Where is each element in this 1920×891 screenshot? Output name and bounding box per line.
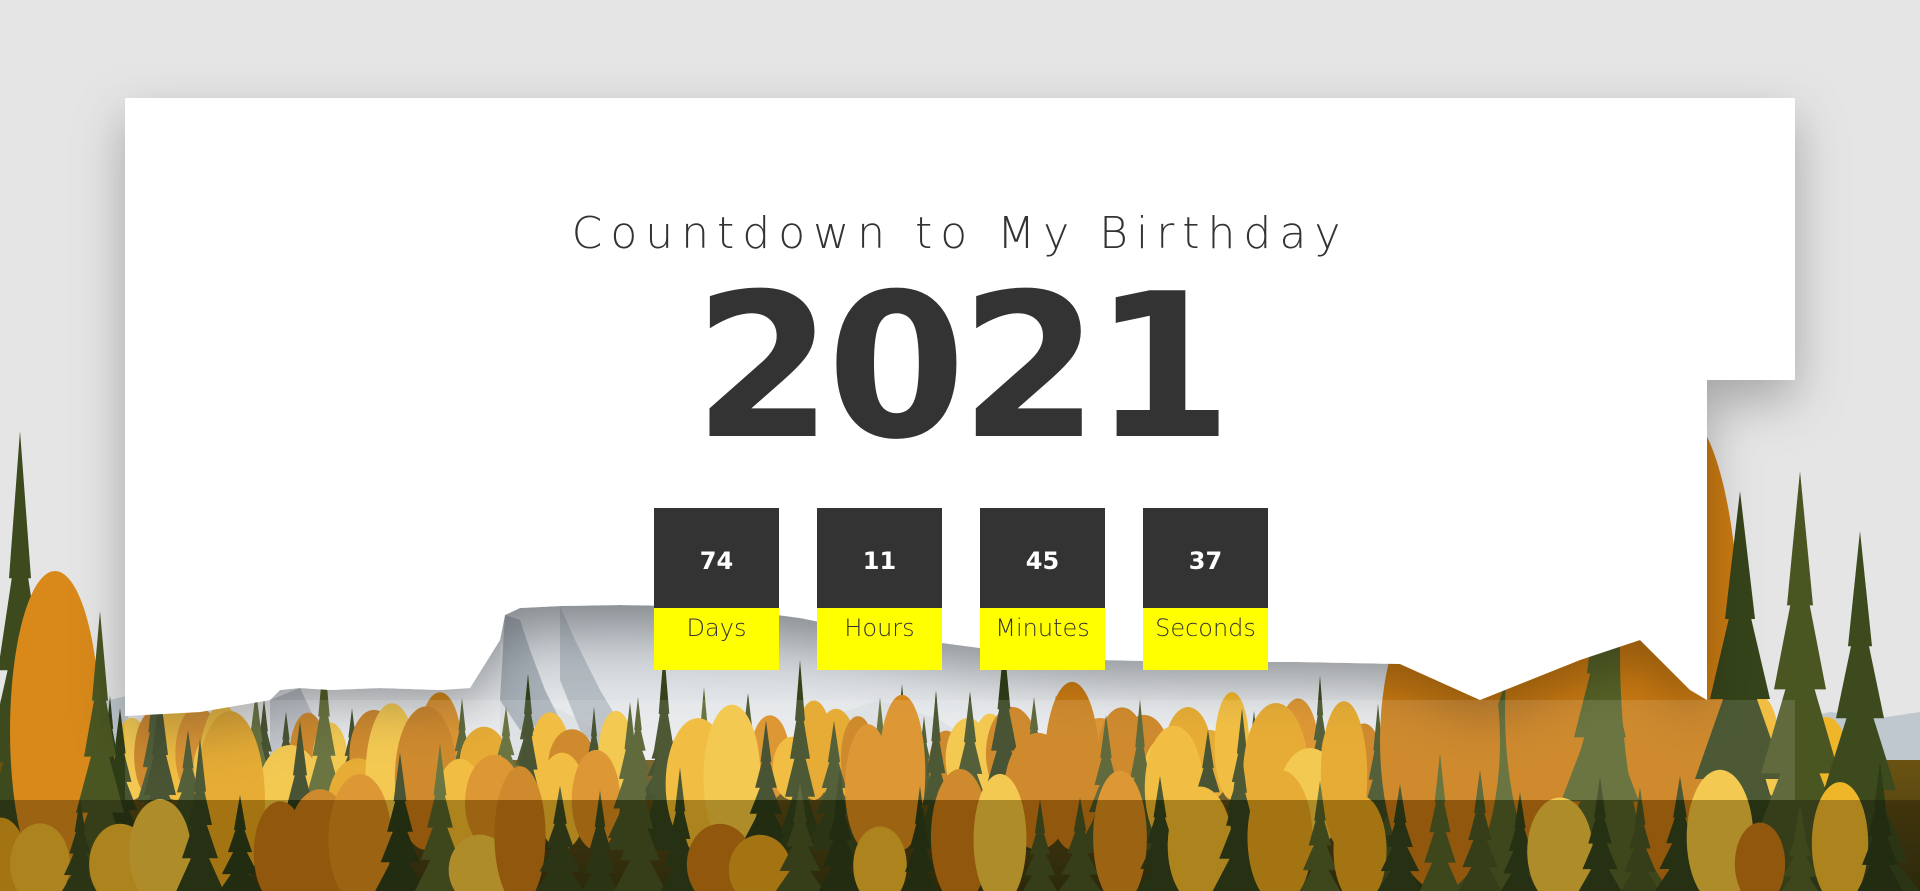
target-year: 2021 <box>693 251 1233 484</box>
hours-unit: 11 Hours <box>817 508 942 670</box>
days-label: Days <box>654 608 779 670</box>
hours-value: 11 <box>817 508 942 608</box>
minutes-unit: 45 Minutes <box>980 508 1105 670</box>
days-unit: 74 Days <box>654 508 779 670</box>
minutes-label: Minutes <box>980 608 1105 670</box>
seconds-value: 37 <box>1143 508 1268 608</box>
page-stage: Countdown to My Birthday 2021 74 Days 11… <box>0 0 1920 891</box>
countdown-timer: 74 Days 11 Hours 45 Minutes 37 Seconds <box>654 508 1268 670</box>
countdown-card: Countdown to My Birthday 2021 74 Days 11… <box>125 98 1795 800</box>
minutes-value: 45 <box>980 508 1105 608</box>
seconds-label: Seconds <box>1143 608 1268 670</box>
seconds-unit: 37 Seconds <box>1143 508 1268 670</box>
hours-label: Hours <box>817 608 942 670</box>
days-value: 74 <box>654 508 779 608</box>
